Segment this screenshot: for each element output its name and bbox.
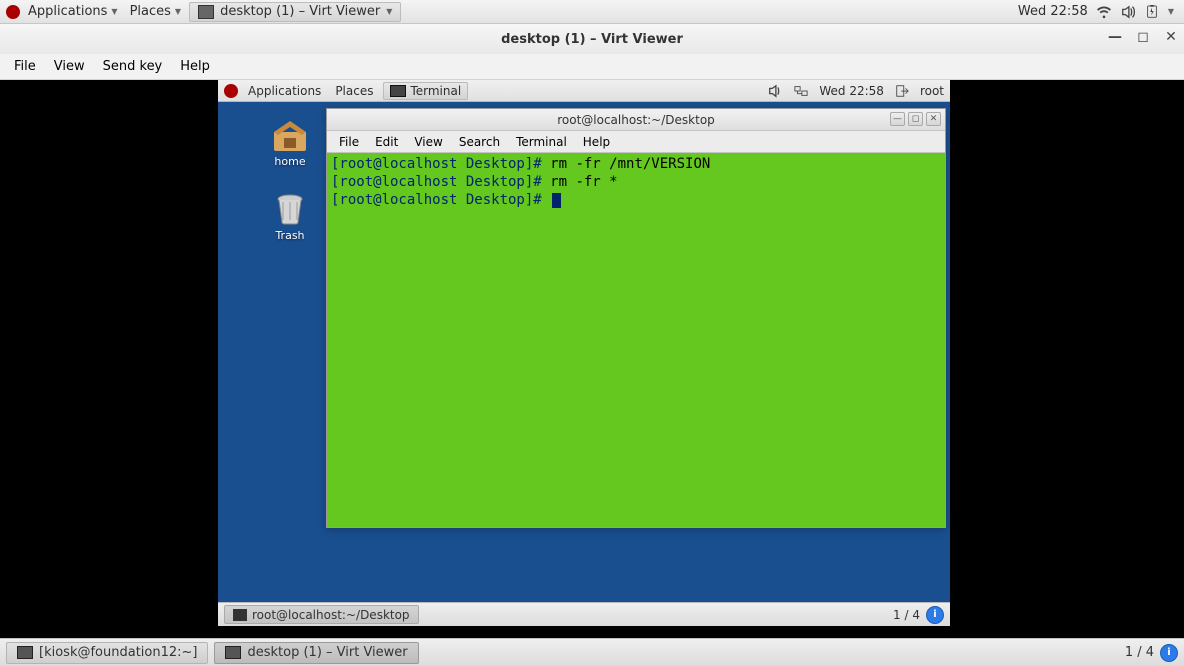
term-menu-help[interactable]: Help	[575, 133, 618, 151]
terminal-minimize-button[interactable]: —	[890, 112, 905, 126]
host-task2-label: desktop (1) – Virt Viewer	[247, 645, 407, 660]
chevron-down-icon[interactable]: ▼	[1168, 7, 1174, 16]
term-menu-view[interactable]: View	[406, 133, 450, 151]
window-thumbnail-icon	[233, 609, 247, 621]
virtviewer-menubar: File View Send key Help	[0, 54, 1184, 80]
host-places-menu[interactable]: Places ▼	[126, 0, 186, 23]
host-task-kiosk-terminal[interactable]: [kiosk@foundation12:~]	[6, 642, 208, 664]
desktop-icon-trash[interactable]: Trash	[260, 192, 320, 242]
guest-places-menu[interactable]: Places	[331, 80, 377, 101]
host-task1-label: [kiosk@foundation12:~]	[39, 645, 197, 660]
maximize-button[interactable]: ◻	[1136, 30, 1150, 44]
host-clock[interactable]: Wed 22:58	[1018, 4, 1088, 19]
vv-menu-view[interactable]: View	[46, 56, 93, 77]
host-task-virtviewer[interactable]: desktop (1) – Virt Viewer	[214, 642, 418, 664]
logout-icon[interactable]	[894, 83, 910, 99]
term-menu-file[interactable]: File	[331, 133, 367, 151]
virtviewer-display[interactable]: Applications Places Terminal Wed 22:58 r…	[0, 80, 1184, 638]
terminal-body[interactable]: [root@localhost Desktop]# rm -fr /mnt/VE…	[327, 153, 945, 527]
terminal-line: [root@localhost Desktop]#	[331, 191, 941, 209]
vv-menu-help[interactable]: Help	[172, 56, 218, 77]
close-button[interactable]: ✕	[1164, 30, 1178, 44]
terminal-close-button[interactable]: ✕	[926, 112, 941, 126]
guest-desktop-area: Applications Places Terminal Wed 22:58 r…	[218, 80, 950, 626]
battery-icon[interactable]	[1144, 4, 1160, 20]
wifi-icon[interactable]	[1096, 4, 1112, 20]
redhat-icon	[224, 84, 238, 98]
window-thumbnail-icon	[17, 646, 33, 659]
guest-applications-menu[interactable]: Applications	[244, 80, 325, 101]
desktop-icon-home-label: home	[274, 155, 305, 168]
guest-task-label: root@localhost:~/Desktop	[252, 608, 410, 622]
guest-bottom-taskbar: root@localhost:~/Desktop 1 / 4 i	[218, 602, 950, 626]
guest-top-panel: Applications Places Terminal Wed 22:58 r…	[218, 80, 950, 102]
term-menu-terminal[interactable]: Terminal	[508, 133, 575, 151]
workspace-badge-icon[interactable]: i	[926, 606, 944, 624]
terminal-cursor	[552, 193, 561, 208]
terminal-window: root@localhost:~/Desktop — ◻ ✕ File Edit…	[326, 108, 946, 528]
terminal-title: root@localhost:~/Desktop	[557, 113, 715, 127]
window-thumbnail-icon	[225, 646, 241, 659]
term-menu-edit[interactable]: Edit	[367, 133, 406, 151]
places-label: Places	[130, 4, 171, 19]
window-thumbnail-icon	[198, 5, 214, 19]
guest-workspace-indicator[interactable]: 1 / 4	[893, 608, 920, 622]
guest-clock[interactable]: Wed 22:58	[819, 84, 884, 98]
host-applications-menu[interactable]: Applications ▼	[24, 0, 122, 23]
desktop-icon-home[interactable]: home	[260, 118, 320, 168]
guest-task-terminal[interactable]: root@localhost:~/Desktop	[224, 605, 419, 624]
host-top-panel: Applications ▼ Places ▼ desktop (1) – Vi…	[0, 0, 1184, 24]
desktop-icon-trash-label: Trash	[275, 229, 304, 242]
chevron-down-icon: ▼	[175, 7, 181, 16]
virtviewer-title: desktop (1) – Virt Viewer	[501, 32, 683, 47]
host-running-task[interactable]: desktop (1) – Virt Viewer ▼	[189, 2, 401, 22]
workspace-badge-icon[interactable]: i	[1160, 644, 1178, 662]
guest-applications-label: Applications	[248, 84, 321, 98]
guest-wallpaper[interactable]: home Trash root@localhost:~/Desktop — ◻	[218, 102, 950, 602]
redhat-icon	[6, 5, 20, 19]
host-bottom-taskbar: [kiosk@foundation12:~] desktop (1) – Vir…	[0, 638, 1184, 666]
term-menu-search[interactable]: Search	[451, 133, 508, 151]
volume-icon[interactable]	[767, 83, 783, 99]
terminal-thumbnail-icon	[390, 85, 406, 97]
chevron-down-icon: ▼	[111, 7, 117, 16]
vv-menu-file[interactable]: File	[6, 56, 44, 77]
guest-running-app[interactable]: Terminal	[383, 82, 468, 100]
host-running-task-label: desktop (1) – Virt Viewer	[220, 4, 380, 19]
guest-user-label[interactable]: root	[920, 84, 944, 98]
virtviewer-titlebar[interactable]: desktop (1) – Virt Viewer — ◻ ✕	[0, 24, 1184, 54]
trash-icon	[270, 192, 310, 226]
terminal-titlebar[interactable]: root@localhost:~/Desktop — ◻ ✕	[327, 109, 945, 131]
terminal-maximize-button[interactable]: ◻	[908, 112, 923, 126]
applications-label: Applications	[28, 4, 107, 19]
vv-menu-sendkey[interactable]: Send key	[95, 56, 171, 77]
virtviewer-window: desktop (1) – Virt Viewer — ◻ ✕ File Vie…	[0, 24, 1184, 638]
chevron-down-icon: ▼	[386, 7, 392, 16]
terminal-line: [root@localhost Desktop]# rm -fr /mnt/VE…	[331, 155, 941, 173]
host-workspace-indicator[interactable]: 1 / 4	[1125, 645, 1154, 660]
network-icon[interactable]	[793, 83, 809, 99]
home-folder-icon	[270, 118, 310, 152]
terminal-line: [root@localhost Desktop]# rm -fr *	[331, 173, 941, 191]
guest-running-label: Terminal	[410, 84, 461, 98]
terminal-menubar: File Edit View Search Terminal Help	[327, 131, 945, 153]
guest-places-label: Places	[335, 84, 373, 98]
volume-icon[interactable]	[1120, 4, 1136, 20]
minimize-button[interactable]: —	[1108, 30, 1122, 44]
